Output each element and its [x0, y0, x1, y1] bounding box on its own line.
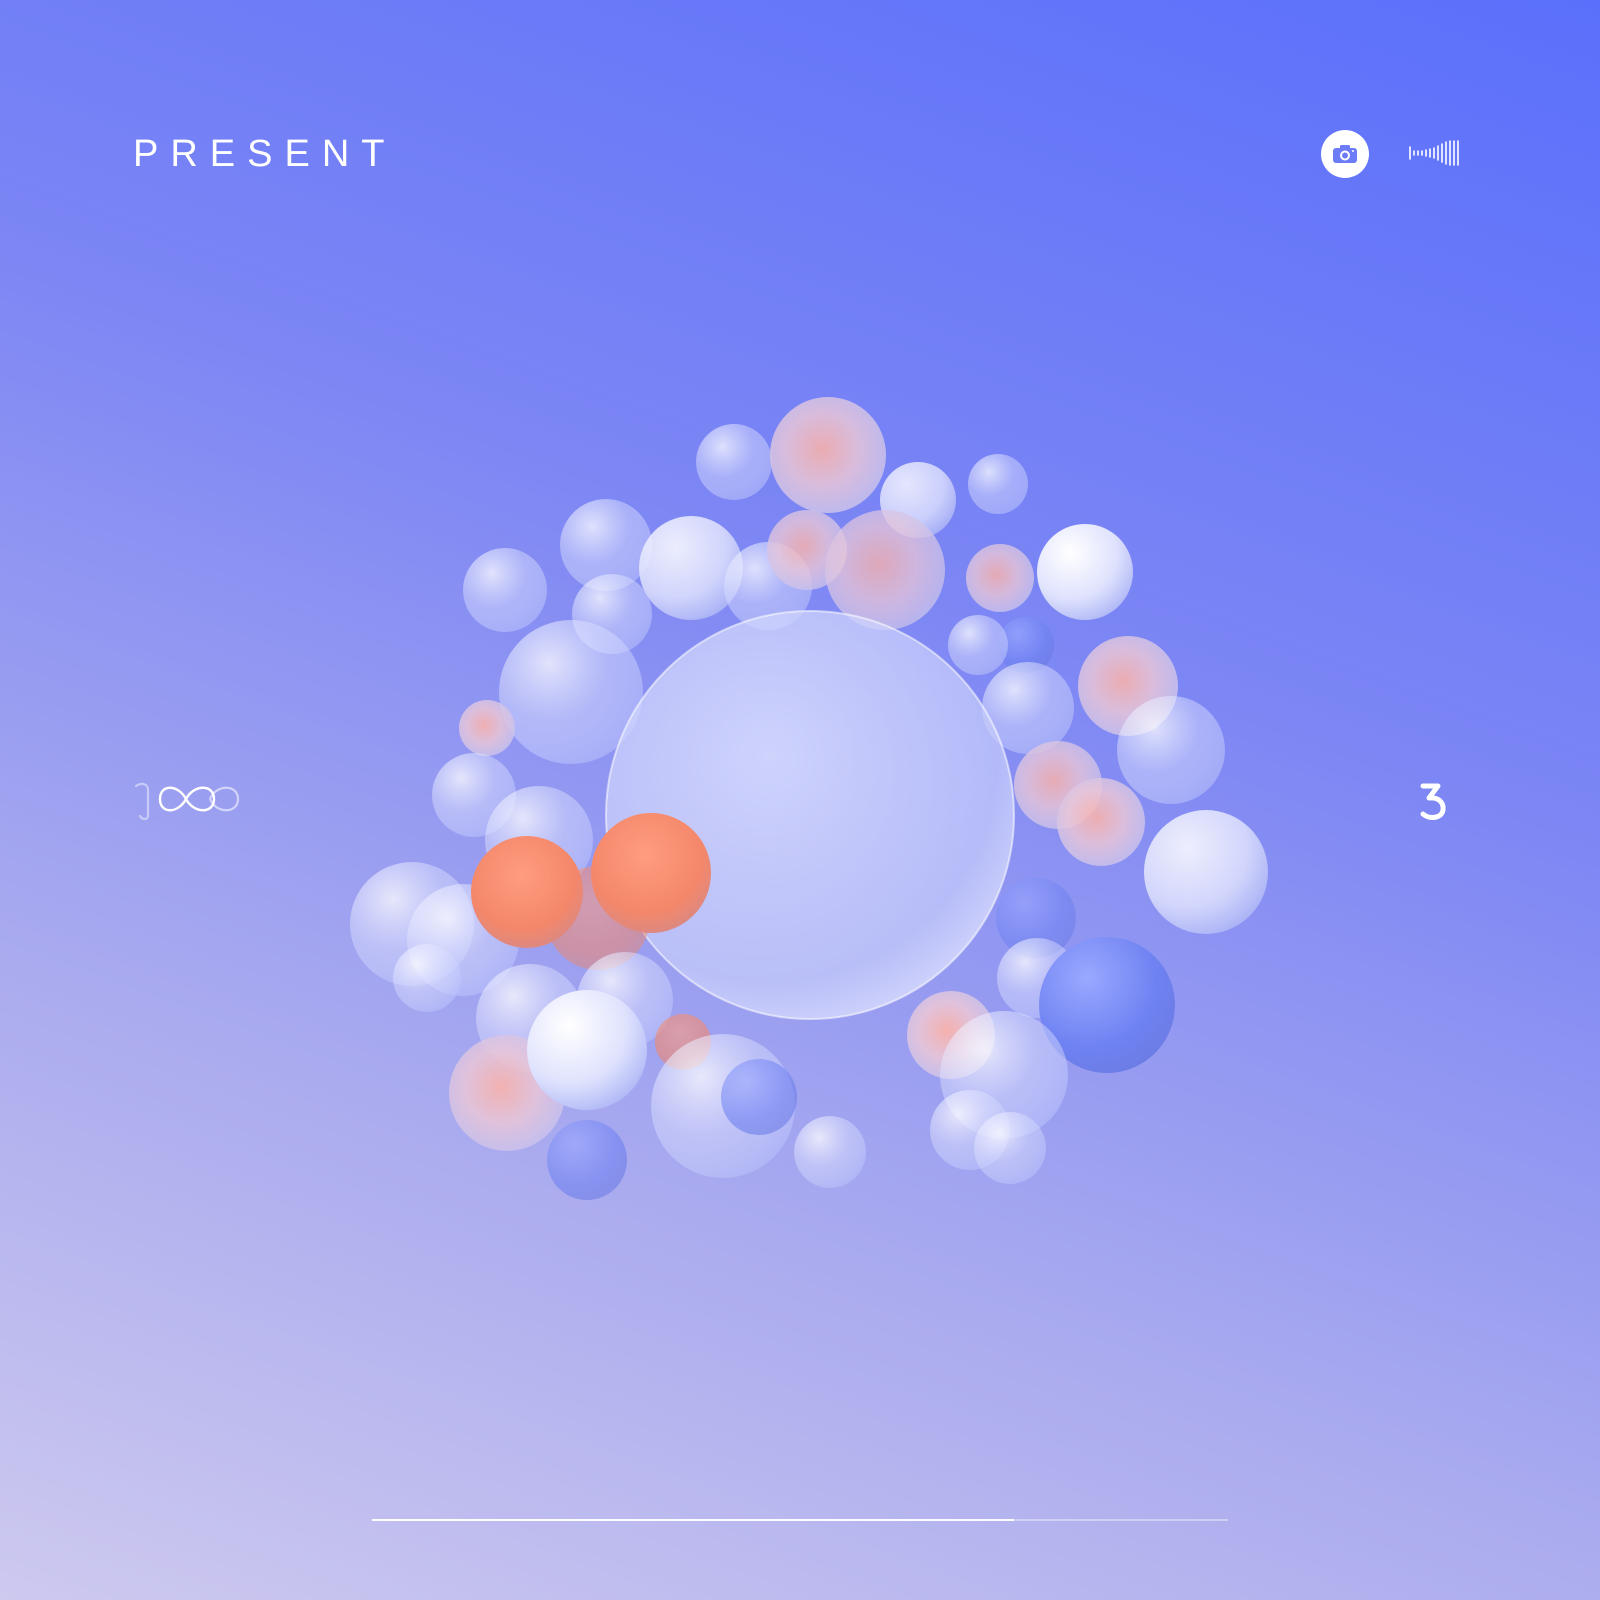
sphere — [1144, 810, 1268, 934]
sphere — [974, 1112, 1046, 1184]
sphere — [770, 397, 886, 513]
sphere — [1057, 778, 1145, 866]
large-glass-sphere — [605, 610, 1015, 1020]
sphere — [948, 615, 1008, 675]
present-app: PRESENT — [0, 0, 1600, 1600]
sphere — [1037, 524, 1133, 620]
sphere — [463, 548, 547, 632]
sphere — [696, 424, 772, 500]
white-sphere — [527, 990, 647, 1110]
sphere-cluster — [350, 397, 1268, 1200]
sphere — [794, 1116, 866, 1188]
sphere — [547, 1120, 627, 1200]
progress-bar[interactable] — [372, 1519, 1228, 1521]
orange-sphere — [591, 813, 711, 933]
sphere — [968, 454, 1028, 514]
sphere — [966, 544, 1034, 612]
sphere — [393, 944, 461, 1012]
sphere — [825, 510, 945, 630]
sphere — [1117, 696, 1225, 804]
sphere — [459, 700, 515, 756]
orange-sphere — [471, 836, 583, 948]
sphere — [721, 1059, 797, 1135]
progress-fill — [372, 1519, 1014, 1521]
sphere — [639, 516, 743, 620]
